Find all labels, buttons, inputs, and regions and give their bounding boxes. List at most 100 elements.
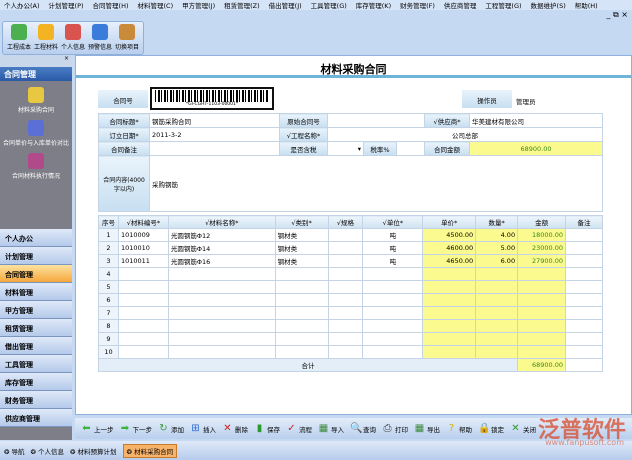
grid-cell[interactable]: 1010011 <box>117 254 169 268</box>
grid-cell[interactable] <box>274 306 329 320</box>
ribbon-button[interactable]: 切换项目 <box>115 24 139 52</box>
grid-cell[interactable]: 23000.00 <box>517 241 567 255</box>
menu-item[interactable]: 库存管理(K) <box>356 0 391 10</box>
grid-cell[interactable] <box>117 319 169 333</box>
supplier-field[interactable]: 华美建材有限公司 <box>469 113 603 128</box>
grid-cell[interactable]: 1010010 <box>117 241 169 255</box>
grid-cell[interactable]: 吨 <box>362 241 424 255</box>
grid-cell[interactable]: 光圆钢筋Φ14 <box>167 241 276 255</box>
grid-cell[interactable]: 吨 <box>362 228 424 242</box>
grid-cell[interactable]: 4 <box>98 267 119 281</box>
column-header[interactable]: 金额 <box>517 215 567 229</box>
menu-item[interactable]: 甲方管理(J) <box>182 0 215 10</box>
grid-cell[interactable]: 1010009 <box>117 228 169 242</box>
column-header[interactable]: √类别* <box>274 215 329 229</box>
sidebar-item[interactable]: 合同材料执行情况 <box>0 153 72 180</box>
grid-cell[interactable] <box>565 345 603 359</box>
menu-item[interactable]: 借出管理(J) <box>269 0 302 10</box>
grid-cell[interactable] <box>517 319 567 333</box>
grid-cell[interactable] <box>167 293 276 307</box>
toolbar-button[interactable]: ? 帮助 <box>446 423 472 434</box>
toolbar-button[interactable]: ⎙ 打印 <box>382 423 409 434</box>
grid-cell[interactable] <box>565 280 603 294</box>
grid-cell[interactable] <box>475 319 519 333</box>
grid-cell[interactable] <box>327 345 364 359</box>
toolbar-button[interactable]: ➡ 下一步 <box>120 423 152 434</box>
table-row[interactable]: 6 <box>98 293 603 307</box>
grid-cell[interactable] <box>117 306 169 320</box>
grid-cell[interactable] <box>517 345 567 359</box>
column-header[interactable]: √材料编号* <box>117 215 169 229</box>
grid-cell[interactable] <box>362 280 424 294</box>
grid-cell[interactable]: 9 <box>98 332 119 346</box>
toolbar-button[interactable]: 🔍 查询 <box>350 423 376 434</box>
toolbar-button[interactable]: ✕ 关闭 <box>510 423 536 434</box>
grid-cell[interactable]: 5 <box>98 280 119 294</box>
column-header[interactable]: 数量* <box>475 215 519 229</box>
table-row[interactable]: 8 <box>98 319 603 333</box>
menu-item[interactable]: 计划管理(P) <box>49 0 84 10</box>
grid-cell[interactable] <box>327 241 364 255</box>
supplier-label[interactable]: √供应商* <box>424 113 470 128</box>
grid-cell[interactable] <box>274 280 329 294</box>
grid-cell[interactable] <box>422 345 477 359</box>
grid-cell[interactable] <box>327 228 364 242</box>
toolbar-button[interactable]: ↻ 添加 <box>158 423 184 434</box>
grid-cell[interactable] <box>327 254 364 268</box>
grid-cell[interactable]: 10 <box>98 345 119 359</box>
grid-cell[interactable]: 27900.00 <box>517 254 567 268</box>
grid-cell[interactable] <box>475 345 519 359</box>
grid-cell[interactable] <box>565 228 603 242</box>
grid-cell[interactable]: 6 <box>98 293 119 307</box>
ribbon-button[interactable]: 工程材料 <box>34 24 58 52</box>
menu-item[interactable]: 个人办公(A) <box>4 0 40 10</box>
toolbar-button[interactable]: ▦ 导入 <box>318 423 344 434</box>
remark-field[interactable] <box>149 141 280 156</box>
grid-cell[interactable] <box>274 293 329 307</box>
grid-cell[interactable] <box>327 293 364 307</box>
grid-cell[interactable] <box>517 267 567 281</box>
ribbon-button[interactable]: 预警信息 <box>88 24 112 52</box>
grid-cell[interactable]: 光圆钢筋Φ16 <box>167 254 276 268</box>
grid-cell[interactable] <box>167 345 276 359</box>
grid-cell[interactable] <box>565 293 603 307</box>
grid-cell[interactable]: 钢材类 <box>274 228 329 242</box>
nav-item[interactable]: 供应商管理 <box>0 409 72 427</box>
table-row[interactable]: 4 <box>98 267 603 281</box>
grid-cell[interactable] <box>422 280 477 294</box>
grid-cell[interactable] <box>362 332 424 346</box>
grid-cell[interactable] <box>422 319 477 333</box>
toolbar-button[interactable]: ⊞ 插入 <box>190 423 216 434</box>
column-header[interactable]: 序号 <box>98 215 119 229</box>
menu-item[interactable]: 材料管理(C) <box>138 0 174 10</box>
grid-cell[interactable] <box>475 267 519 281</box>
toolbar-button[interactable]: ✕ 删除 <box>222 423 248 434</box>
grid-cell[interactable] <box>167 332 276 346</box>
sidebar-item[interactable]: 合同单价与入库单价对比 <box>0 120 72 147</box>
taskbar-item[interactable]: ❂ 个人信息 <box>31 446 65 456</box>
grid-cell[interactable] <box>274 345 329 359</box>
nav-item[interactable]: 计划管理 <box>0 247 72 265</box>
grid-cell[interactable] <box>327 267 364 281</box>
taskbar-item[interactable]: ❂ 材料预算计划 <box>70 446 117 456</box>
column-header[interactable]: √单位* <box>362 215 424 229</box>
toolbar-button[interactable]: ✓ 流程 <box>286 423 312 434</box>
grid-cell[interactable] <box>565 267 603 281</box>
column-header[interactable]: √规格 <box>327 215 364 229</box>
table-row[interactable]: 2 1010010 光圆钢筋Φ14 钢材类 吨 4600.00 5.00 23000.00 <box>98 241 603 255</box>
content-field[interactable]: 采购钢筋 <box>149 155 603 212</box>
grid-cell[interactable]: 1 <box>98 228 119 242</box>
column-header[interactable]: √材料名称* <box>167 215 276 229</box>
window-controls[interactable]: _ ⧉ × <box>606 10 628 20</box>
table-row[interactable]: 1 1010009 光圆钢筋Φ12 钢材类 吨 4500.00 4.00 18000.00 <box>98 228 603 242</box>
grid-cell[interactable] <box>422 293 477 307</box>
grid-cell[interactable]: 3 <box>98 254 119 268</box>
nav-item[interactable]: 租赁管理 <box>0 319 72 337</box>
grid-cell[interactable] <box>565 241 603 255</box>
project-field[interactable]: 公司总部 <box>327 127 603 142</box>
grid-cell[interactable] <box>117 293 169 307</box>
chevron-down-icon[interactable]: ▾ <box>358 145 361 153</box>
grid-cell[interactable]: 钢材类 <box>274 241 329 255</box>
toolbar-button[interactable]: ▮ 保存 <box>254 423 280 434</box>
grid-cell[interactable] <box>362 345 424 359</box>
